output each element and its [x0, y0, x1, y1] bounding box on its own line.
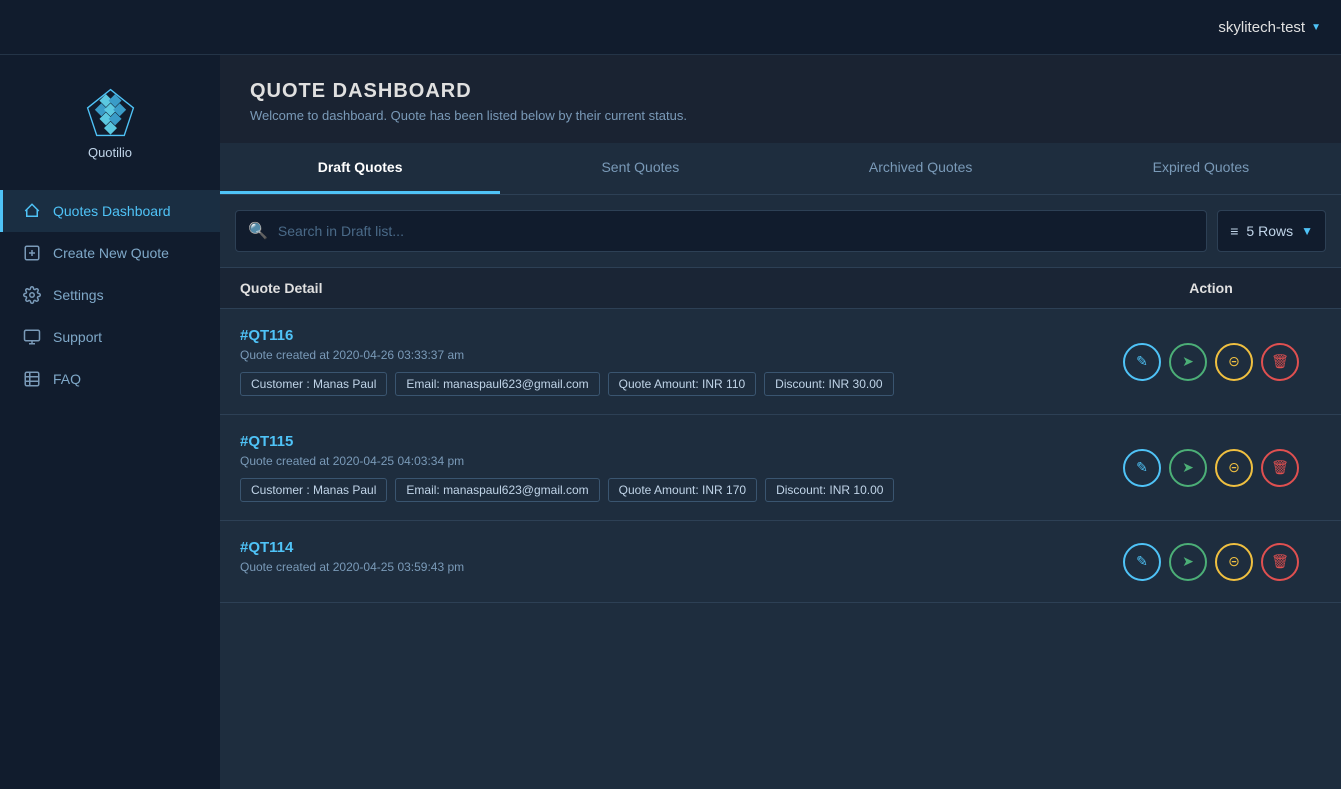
search-icon: 🔍 — [248, 221, 268, 241]
quote-tag: Quote Amount: INR 170 — [608, 478, 757, 502]
rows-selector[interactable]: ≡ 5 Rows ▼ — [1217, 210, 1326, 252]
sidebar-item-label: Quotes Dashboard — [53, 203, 171, 219]
quote-created: Quote created at 2020-04-25 03:59:43 pm — [240, 560, 1101, 574]
delete-button[interactable]: 🗑 — [1261, 449, 1299, 487]
logo-area: Quotilio — [0, 75, 220, 190]
page-title: QUOTE DASHBOARD — [250, 80, 1311, 103]
content-area: QUOTE DASHBOARD Welcome to dashboard. Qu… — [220, 55, 1341, 789]
tabs-panel: Draft Quotes Sent Quotes Archived Quotes… — [220, 143, 1341, 789]
chevron-down-icon: ▼ — [1311, 22, 1321, 33]
main-layout: Quotilio Quotes Dashboard Create New Quo… — [0, 55, 1341, 789]
rows-icon: ≡ — [1230, 223, 1238, 239]
sidebar-item-label: Settings — [53, 287, 104, 303]
top-header: skylitech-test ▼ — [0, 0, 1341, 55]
home-icon — [23, 202, 41, 220]
quote-tag: Customer : Manas Paul — [240, 478, 387, 502]
quote-detail-cell: #QT115 Quote created at 2020-04-25 04:03… — [240, 433, 1101, 502]
quote-actions: ✎ ➤ ⊝ 🗑 — [1101, 543, 1321, 581]
table-row: #QT114 Quote created at 2020-04-25 03:59… — [220, 521, 1341, 603]
tabs-header: Draft Quotes Sent Quotes Archived Quotes… — [220, 143, 1341, 195]
col-quote-detail: Quote Detail — [240, 280, 1101, 296]
quote-tag: Quote Amount: INR 110 — [608, 372, 757, 396]
page-header: QUOTE DASHBOARD Welcome to dashboard. Qu… — [220, 55, 1341, 143]
search-input[interactable] — [278, 223, 1194, 239]
username-label: skylitech-test — [1218, 19, 1305, 36]
quote-tag: Discount: INR 30.00 — [764, 372, 893, 396]
quote-tag: Email: manaspaul623@gmail.com — [395, 372, 599, 396]
quote-actions: ✎ ➤ ⊝ 🗑 — [1101, 449, 1321, 487]
send-button[interactable]: ➤ — [1169, 449, 1207, 487]
send-button[interactable]: ➤ — [1169, 343, 1207, 381]
delete-button[interactable]: 🗑 — [1261, 543, 1299, 581]
faq-icon — [23, 370, 41, 388]
quote-id[interactable]: #QT114 — [240, 539, 1101, 556]
quote-actions: ✎ ➤ ⊝ 🗑 — [1101, 343, 1321, 381]
quote-tags: Customer : Manas Paul Email: manaspaul62… — [240, 478, 1101, 502]
sidebar-item-faq[interactable]: FAQ — [0, 358, 220, 400]
table-row: #QT115 Quote created at 2020-04-25 04:03… — [220, 415, 1341, 521]
user-menu[interactable]: skylitech-test ▼ — [1218, 19, 1321, 36]
gear-icon — [23, 286, 41, 304]
edit-button[interactable]: ✎ — [1123, 343, 1161, 381]
quote-created: Quote created at 2020-04-26 03:33:37 am — [240, 348, 1101, 362]
dropdown-arrow-icon: ▼ — [1301, 224, 1313, 238]
sidebar: Quotilio Quotes Dashboard Create New Quo… — [0, 55, 220, 789]
logo-icon — [83, 85, 138, 140]
archive-button[interactable]: ⊝ — [1215, 543, 1253, 581]
rows-label: 5 Rows — [1246, 223, 1293, 239]
quotes-table: #QT116 Quote created at 2020-04-26 03:33… — [220, 309, 1341, 603]
quote-tag: Customer : Manas Paul — [240, 372, 387, 396]
sidebar-item-quotes-dashboard[interactable]: Quotes Dashboard — [0, 190, 220, 232]
delete-button[interactable]: 🗑 — [1261, 343, 1299, 381]
quote-tag: Discount: INR 10.00 — [765, 478, 894, 502]
edit-button[interactable]: ✎ — [1123, 449, 1161, 487]
quote-tags: Customer : Manas Paul Email: manaspaul62… — [240, 372, 1101, 396]
tab-expired-quotes[interactable]: Expired Quotes — [1061, 143, 1341, 194]
sidebar-item-create-new-quote[interactable]: Create New Quote — [0, 232, 220, 274]
archive-button[interactable]: ⊝ — [1215, 343, 1253, 381]
quote-id[interactable]: #QT115 — [240, 433, 1101, 450]
col-action: Action — [1101, 280, 1321, 296]
tab-archived-quotes[interactable]: Archived Quotes — [781, 143, 1061, 194]
sidebar-item-support[interactable]: Support — [0, 316, 220, 358]
table-row: #QT116 Quote created at 2020-04-26 03:33… — [220, 309, 1341, 415]
quote-tag: Email: manaspaul623@gmail.com — [395, 478, 599, 502]
quote-detail-cell: #QT116 Quote created at 2020-04-26 03:33… — [240, 327, 1101, 396]
quote-id[interactable]: #QT116 — [240, 327, 1101, 344]
logo-text: Quotilio — [88, 145, 132, 160]
archive-button[interactable]: ⊝ — [1215, 449, 1253, 487]
quote-detail-cell: #QT114 Quote created at 2020-04-25 03:59… — [240, 539, 1101, 584]
support-icon — [23, 328, 41, 346]
search-input-wrap[interactable]: 🔍 — [235, 210, 1207, 252]
page-subtitle: Welcome to dashboard. Quote has been lis… — [250, 108, 1311, 123]
sidebar-item-label: Support — [53, 329, 102, 345]
edit-button[interactable]: ✎ — [1123, 543, 1161, 581]
sidebar-item-label: FAQ — [53, 371, 81, 387]
sidebar-item-settings[interactable]: Settings — [0, 274, 220, 316]
table-header: Quote Detail Action — [220, 268, 1341, 309]
sidebar-item-label: Create New Quote — [53, 245, 169, 261]
plus-square-icon — [23, 244, 41, 262]
tab-sent-quotes[interactable]: Sent Quotes — [500, 143, 780, 194]
send-button[interactable]: ➤ — [1169, 543, 1207, 581]
tab-draft-quotes[interactable]: Draft Quotes — [220, 143, 500, 194]
quote-created: Quote created at 2020-04-25 04:03:34 pm — [240, 454, 1101, 468]
search-bar-row: 🔍 ≡ 5 Rows ▼ — [220, 195, 1341, 268]
